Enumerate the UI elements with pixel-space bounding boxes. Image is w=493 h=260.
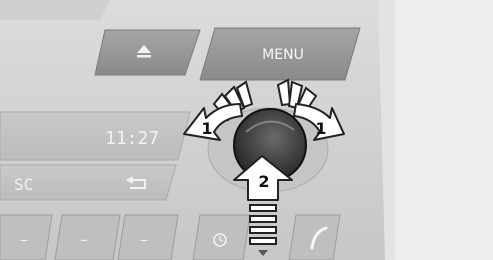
- callout-rotate-right: 1: [315, 119, 326, 138]
- menu-button[interactable]: MENU: [199, 27, 361, 81]
- eject-button[interactable]: [94, 29, 201, 76]
- clock-display: 11:27: [105, 128, 159, 149]
- display-screen: 11:27 SC: [0, 111, 191, 201]
- callout-rotate-left: 1: [201, 119, 212, 138]
- clock-button[interactable]: [192, 214, 251, 260]
- svg-text:–: –: [20, 230, 28, 249]
- preset-button-1[interactable]: –: [0, 214, 53, 260]
- preset-button-2[interactable]: –: [54, 214, 121, 260]
- source-label: SC: [14, 175, 33, 194]
- svg-text:–: –: [140, 230, 148, 249]
- preset-button-3[interactable]: –: [117, 214, 179, 260]
- callout-press: 2: [258, 172, 269, 191]
- idrive-controller-illustration: MENU 11:27 SC – – – 1 1 2: [0, 0, 493, 260]
- phone-button[interactable]: [288, 214, 341, 260]
- svg-text:–: –: [80, 230, 88, 249]
- menu-label: MENU: [262, 47, 304, 63]
- panel-edge: [385, 0, 493, 260]
